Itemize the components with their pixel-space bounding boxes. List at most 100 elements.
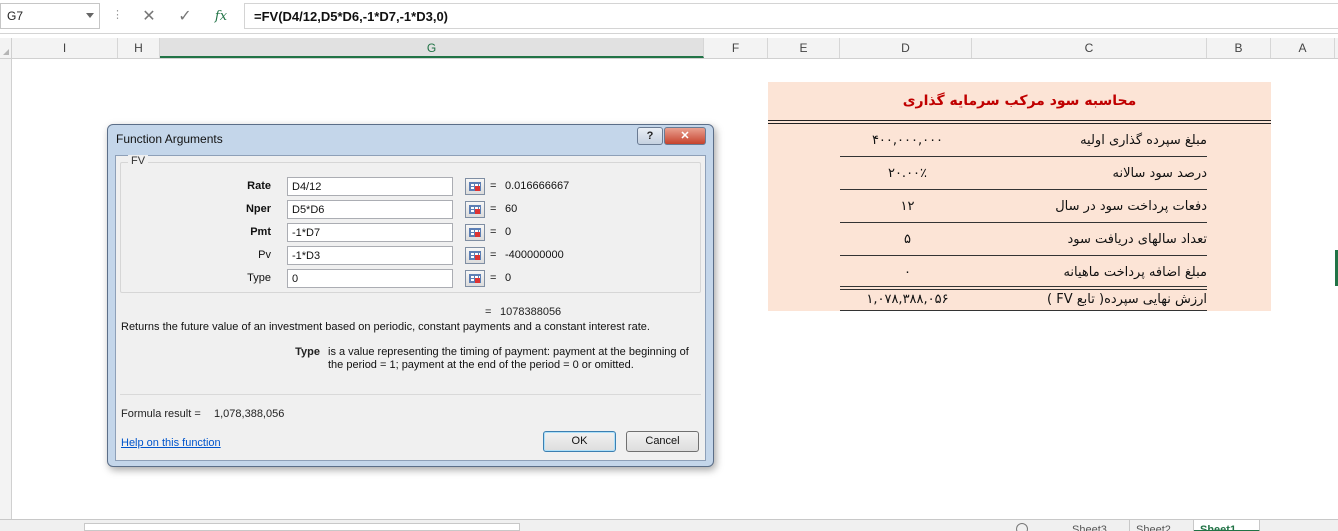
column-header-a[interactable]: A xyxy=(1271,38,1335,58)
table-row: تعداد سالهای دریافت سود ۵ xyxy=(840,223,1207,256)
close-icon: ✕ xyxy=(680,130,690,142)
arg-input-value: -1*D7 xyxy=(292,227,321,239)
sheet-tab-sheet3[interactable]: Sheet3 xyxy=(1066,520,1130,531)
arg-label-nper: Nper xyxy=(245,203,271,215)
horizontal-scrollbar[interactable] xyxy=(84,523,520,531)
function-icon: fx xyxy=(214,8,228,24)
arg-result-pmt: 0 xyxy=(505,226,512,238)
arg-result-nper: 60 xyxy=(505,203,518,215)
arg-equals: = xyxy=(490,249,497,261)
sheet-tab-sheet1[interactable]: Sheet1 xyxy=(1194,520,1260,531)
row-headers[interactable] xyxy=(0,59,12,524)
name-box[interactable]: G7 xyxy=(0,3,100,29)
arg-input-nper[interactable]: D5*D6 xyxy=(287,200,453,219)
final-value[interactable]: ۱,۰۷۸,۳۸۸,۰۵۶ xyxy=(840,287,975,312)
dialog-title: Function Arguments xyxy=(116,132,223,146)
arg-label-type: Type xyxy=(247,272,271,284)
close-icon: ✕ xyxy=(142,8,156,25)
divider xyxy=(120,394,701,395)
range-select-icon[interactable] xyxy=(465,201,485,218)
compound-interest-table: محاسبه سود مرکب سرمایه گذاری مبلغ سپرده … xyxy=(768,82,1271,311)
arg-equals: = xyxy=(490,180,497,192)
formula-bar: G7 ⋮ ✕ ✓ fx =FV(D4/12,D5*D6,-1*D7,-1*D3,… xyxy=(0,0,1338,34)
arg-help-text: is a value representing the timing of pa… xyxy=(328,346,689,371)
column-header-g[interactable]: G xyxy=(160,38,704,58)
function-result-equals: = xyxy=(485,306,492,318)
arg-label-pv: Pv xyxy=(258,249,271,261)
name-box-value: G7 xyxy=(7,9,24,23)
arg-equals: = xyxy=(490,203,497,215)
function-result-value: 1078388056 xyxy=(500,306,562,318)
ok-button[interactable]: OK xyxy=(543,431,616,452)
arg-input-value: -1*D3 xyxy=(292,250,321,262)
arg-input-value: 0 xyxy=(292,273,299,285)
arg-result-rate: 0.016666667 xyxy=(505,180,570,192)
enter-button[interactable]: ✓ xyxy=(174,5,196,27)
row-label[interactable]: تعداد سالهای دریافت سود xyxy=(957,223,1207,256)
column-header-b[interactable]: B xyxy=(1207,38,1271,58)
range-select-icon[interactable] xyxy=(465,247,485,264)
arg-input-value: D4/12 xyxy=(292,181,322,193)
table-row: مبلغ اضافه پرداخت ماهیانه ۰ xyxy=(840,256,1207,289)
row-value[interactable]: ۱۲ xyxy=(840,190,975,223)
row-label[interactable]: مبلغ سپرده گذاری اولیه xyxy=(957,124,1207,157)
row-value[interactable]: ۴۰۰,۰۰۰,۰۰۰ xyxy=(840,124,975,157)
range-select-icon[interactable] xyxy=(465,224,485,241)
insert-function-button[interactable]: fx xyxy=(210,5,232,27)
row-label[interactable]: دفعات پرداخت سود در سال xyxy=(957,190,1207,223)
column-header-e[interactable]: E xyxy=(768,38,840,58)
arg-help-name: Type xyxy=(295,346,320,358)
row-label[interactable]: درصد سود سالانه xyxy=(957,157,1207,190)
chevron-down-icon[interactable] xyxy=(86,13,94,18)
dialog-body: FV Rate D4/12 = 0.016666667 Nper D5*D6 =… xyxy=(115,155,706,461)
function-arguments-dialog: Function Arguments ? ✕ FV Rate D4/12 = 0… xyxy=(107,124,714,467)
column-header-h[interactable]: H xyxy=(118,38,160,58)
check-icon: ✓ xyxy=(178,8,192,25)
cancel-button[interactable]: Cancel xyxy=(626,431,699,452)
range-select-icon[interactable] xyxy=(465,270,485,287)
arg-input-rate[interactable]: D4/12 xyxy=(287,177,453,196)
arg-label-rate: Rate xyxy=(247,180,271,192)
column-headers: I H G F E D C B A xyxy=(0,38,1338,59)
table-row-final: ارزش نهایی سپرده( تابع FV ) ۱,۰۷۸,۳۸۸,۰۵… xyxy=(840,286,1207,311)
arg-result-type: 0 xyxy=(505,272,512,284)
formula-result-value: 1,078,388,056 xyxy=(214,408,285,420)
row-value[interactable]: ۲۰.۰۰٪ xyxy=(840,157,975,190)
table-row: درصد سود سالانه ۲۰.۰۰٪ xyxy=(840,157,1207,190)
close-button[interactable]: ✕ xyxy=(664,127,706,145)
drag-handle-icon[interactable]: ⋮ xyxy=(112,8,123,21)
arg-input-pv[interactable]: -1*D3 xyxy=(287,246,453,265)
function-description: Returns the future value of an investmen… xyxy=(121,321,650,333)
final-label[interactable]: ارزش نهایی سپرده( تابع FV ) xyxy=(957,287,1207,312)
table-title[interactable]: محاسبه سود مرکب سرمایه گذاری xyxy=(768,82,1271,120)
help-link[interactable]: Help on this function xyxy=(121,437,221,449)
arg-equals: = xyxy=(490,226,497,238)
function-group: FV Rate D4/12 = 0.016666667 Nper D5*D6 =… xyxy=(120,155,701,293)
arg-input-pmt[interactable]: -1*D7 xyxy=(287,223,453,242)
arg-result-pv: -400000000 xyxy=(505,249,564,261)
formula-input[interactable]: =FV(D4/12,D5*D6,-1*D7,-1*D3,0) xyxy=(244,3,1338,29)
add-sheet-icon[interactable] xyxy=(1016,523,1028,531)
arg-input-type[interactable]: 0 xyxy=(287,269,453,288)
table-row: مبلغ سپرده گذاری اولیه ۴۰۰,۰۰۰,۰۰۰ xyxy=(840,124,1207,157)
range-select-icon[interactable] xyxy=(465,178,485,195)
formula-text: =FV(D4/12,D5*D6,-1*D7,-1*D3,0) xyxy=(254,9,448,24)
arg-equals: = xyxy=(490,272,497,284)
column-header-i[interactable]: I xyxy=(12,38,118,58)
row-label[interactable]: مبلغ اضافه پرداخت ماهیانه xyxy=(957,256,1207,289)
help-button[interactable]: ? xyxy=(637,127,663,145)
sheet-tab-bar: Sheet3 Sheet2 Sheet1 xyxy=(0,519,1338,531)
column-header-f[interactable]: F xyxy=(704,38,768,58)
table-row: دفعات پرداخت سود در سال ۱۲ xyxy=(840,190,1207,223)
sheet-tab-sheet2[interactable]: Sheet2 xyxy=(1130,520,1194,531)
column-header-c[interactable]: C xyxy=(972,38,1207,58)
arg-input-value: D5*D6 xyxy=(292,204,325,216)
cancel-entry-button[interactable]: ✕ xyxy=(138,5,160,27)
function-name: FV xyxy=(128,155,149,167)
row-value[interactable]: ۵ xyxy=(840,223,975,256)
column-header-d[interactable]: D xyxy=(840,38,972,58)
row-value[interactable]: ۰ xyxy=(840,256,975,289)
formula-result-label: Formula result = xyxy=(121,408,201,420)
select-all-corner[interactable] xyxy=(0,38,12,58)
arg-label-pmt: Pmt xyxy=(250,226,271,238)
